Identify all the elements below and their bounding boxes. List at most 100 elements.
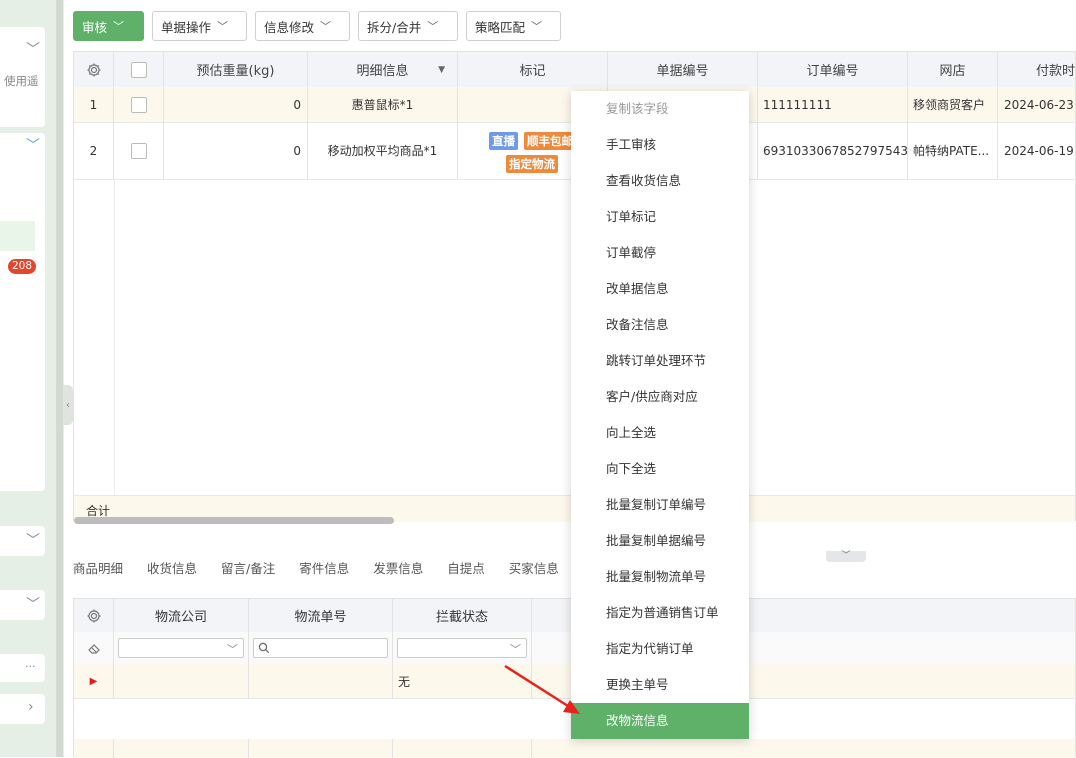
header-weight[interactable]: 预估重量(kg) bbox=[164, 52, 308, 87]
sidebar-collapse-1[interactable]: ﹀ bbox=[0, 526, 45, 556]
menu-item-change-master-no[interactable]: 更换主单号 bbox=[571, 667, 749, 703]
chevron-down-icon[interactable]: ﹀ bbox=[26, 530, 40, 550]
header-tracking-no[interactable]: 物流单号 bbox=[249, 599, 393, 632]
row-weight: 0 bbox=[164, 122, 308, 179]
logistics-company-filter[interactable]: ﹀ bbox=[118, 638, 244, 658]
header-intercept-status[interactable]: 拦截状态 bbox=[393, 599, 532, 632]
intercept-status-filter[interactable]: ﹀ bbox=[397, 638, 527, 658]
caret-down-icon[interactable]: ▼ bbox=[438, 65, 445, 75]
select-all-cell bbox=[114, 52, 164, 87]
chevron-down-icon[interactable]: ﹀ bbox=[26, 594, 40, 614]
tab-pickup-point[interactable]: 自提点 bbox=[447, 558, 485, 582]
sum-row bbox=[74, 739, 1075, 758]
row-check-cell bbox=[114, 122, 164, 179]
left-sidebar: ﹀ 使用遥 ﹀ 208 ﹀ ﹀ ··· › bbox=[0, 0, 64, 757]
menu-item-set-normal-sale[interactable]: 指定为普通销售订单 bbox=[571, 595, 749, 631]
menu-item-copy-order-no[interactable]: 批量复制订单编号 bbox=[571, 487, 749, 523]
sum-cell bbox=[74, 739, 114, 758]
sidebar-more[interactable]: ··· bbox=[0, 654, 45, 682]
menu-item-copy-doc-no[interactable]: 批量复制单据编号 bbox=[571, 523, 749, 559]
sidebar-scrollbar[interactable] bbox=[56, 0, 63, 757]
tab-sender-info[interactable]: 寄件信息 bbox=[299, 558, 349, 582]
tag-sf-free-shipping: 顺丰包邮 bbox=[524, 132, 576, 150]
doc-ops-button[interactable]: 单据操作 ﹀ bbox=[152, 11, 247, 41]
tag-assigned-logistics: 指定物流 bbox=[506, 155, 558, 173]
tab-buyer-info[interactable]: 买家信息 bbox=[509, 558, 559, 582]
row-pay-time: 2024-06-19 0 bbox=[1004, 143, 1076, 158]
info-edit-label: 信息修改 bbox=[264, 19, 315, 35]
menu-item-set-consignment[interactable]: 指定为代销订单 bbox=[571, 631, 749, 667]
panel-collapse-handle[interactable]: ‹ bbox=[63, 385, 73, 425]
row-weight: 0 bbox=[164, 87, 308, 122]
panel-splitter[interactable]: ﹀ bbox=[826, 551, 866, 562]
sidebar-next[interactable]: › bbox=[0, 694, 45, 724]
header-detail[interactable]: 明细信息 ▼ bbox=[308, 52, 458, 87]
tracking-no-filter[interactable] bbox=[253, 638, 388, 658]
sidebar-card-text: 使用遥 bbox=[4, 74, 39, 88]
strategy-button[interactable]: 策略匹配 ﹀ bbox=[466, 11, 561, 41]
menu-item-select-up[interactable]: 向上全选 bbox=[571, 415, 749, 451]
menu-item-select-down[interactable]: 向下全选 bbox=[571, 451, 749, 487]
chevron-down-icon: ﹀ bbox=[841, 551, 851, 561]
row-index: 2 bbox=[74, 122, 114, 179]
column-settings[interactable] bbox=[74, 52, 114, 87]
sidebar-card-top: ﹀ 使用遥 bbox=[0, 27, 45, 127]
menu-item-view-receive-info[interactable]: 查看收货信息 bbox=[571, 163, 749, 199]
row-detail: 移动加权平均商品*1 bbox=[308, 122, 458, 179]
header-logistics-company[interactable]: 物流公司 bbox=[114, 599, 249, 632]
tab-item-detail[interactable]: 商品明细 bbox=[73, 558, 123, 582]
menu-item-edit-doc-info[interactable]: 改单据信息 bbox=[571, 271, 749, 307]
menu-item-customer-supplier[interactable]: 客户/供应商对应 bbox=[571, 379, 749, 415]
row-tracking-no bbox=[249, 664, 393, 698]
header-order-no[interactable]: 订单编号 bbox=[758, 52, 908, 87]
menu-item-edit-remark[interactable]: 改备注信息 bbox=[571, 307, 749, 343]
chevron-down-icon[interactable]: ﹀ bbox=[26, 39, 40, 59]
sum-cell bbox=[393, 739, 532, 758]
split-merge-label: 拆分/合并 bbox=[367, 19, 422, 35]
select-all-checkbox[interactable] bbox=[130, 61, 147, 78]
chevron-down-icon: ﹀ bbox=[427, 20, 439, 33]
row-check-cell bbox=[114, 87, 164, 122]
chevron-down-icon: ﹀ bbox=[113, 20, 125, 33]
menu-item-order-halt[interactable]: 订单截停 bbox=[571, 235, 749, 271]
row-checkbox[interactable] bbox=[130, 142, 147, 159]
audit-button[interactable]: 审核 ﹀ bbox=[73, 11, 144, 41]
more-icon[interactable]: ··· bbox=[25, 660, 36, 673]
menu-item-edit-logistics[interactable]: 改物流信息 bbox=[571, 703, 749, 739]
sidebar-card-main: ﹀ 208 bbox=[0, 133, 45, 491]
split-merge-button[interactable]: 拆分/合并 ﹀ bbox=[358, 11, 458, 41]
sum-cell bbox=[114, 739, 249, 758]
column-settings[interactable] bbox=[74, 599, 114, 632]
sidebar-collapse-2[interactable]: ﹀ bbox=[0, 590, 45, 620]
detail-tabs: 商品明细 收货信息 留言/备注 寄件信息 发票信息 自提点 买家信息 bbox=[73, 558, 583, 582]
row-detail: 惠普鼠标*1 bbox=[308, 87, 458, 122]
info-edit-button[interactable]: 信息修改 ﹀ bbox=[255, 11, 350, 41]
chevron-down-icon: ﹀ bbox=[510, 643, 521, 656]
chevron-down-icon[interactable]: ﹀ bbox=[26, 135, 40, 155]
gear-icon[interactable] bbox=[86, 62, 102, 78]
current-row-indicator-icon: ▶ bbox=[74, 664, 114, 698]
header-doc-no[interactable]: 单据编号 bbox=[608, 52, 758, 87]
tab-remarks[interactable]: 留言/备注 bbox=[221, 558, 275, 582]
header-mark[interactable]: 标记 bbox=[458, 52, 608, 87]
gear-icon[interactable] bbox=[86, 608, 102, 624]
eraser-icon[interactable] bbox=[87, 641, 101, 655]
tab-invoice-info[interactable]: 发票信息 bbox=[373, 558, 423, 582]
header-pay-time[interactable]: 付款时 bbox=[998, 52, 1076, 87]
grid-horizontal-scrollbar[interactable] bbox=[74, 517, 394, 524]
menu-item-order-mark[interactable]: 订单标记 bbox=[571, 199, 749, 235]
sidebar-active-item[interactable] bbox=[0, 221, 35, 251]
row-pay-time: 2024-06-23 1 bbox=[1004, 97, 1076, 112]
row-shop: 帕特纳PATE... bbox=[908, 122, 998, 179]
header-shop[interactable]: 网店 bbox=[908, 52, 998, 87]
audit-label: 审核 bbox=[82, 19, 108, 35]
menu-item-jump-process[interactable]: 跳转订单处理环节 bbox=[571, 343, 749, 379]
menu-item-manual-audit[interactable]: 手工审核 bbox=[571, 127, 749, 163]
row-checkbox[interactable] bbox=[130, 96, 147, 113]
chevron-right-icon[interactable]: › bbox=[28, 699, 34, 715]
tab-receive-info[interactable]: 收货信息 bbox=[147, 558, 197, 582]
menu-item-copy-tracking-no[interactable]: 批量复制物流单号 bbox=[571, 559, 749, 595]
row-shop: 移领商贸客户 bbox=[908, 87, 998, 122]
grid-line bbox=[114, 179, 115, 495]
grid-header: 预估重量(kg) 明细信息 ▼ 标记 单据编号 订单编号 网店 付款时 bbox=[74, 52, 1075, 88]
